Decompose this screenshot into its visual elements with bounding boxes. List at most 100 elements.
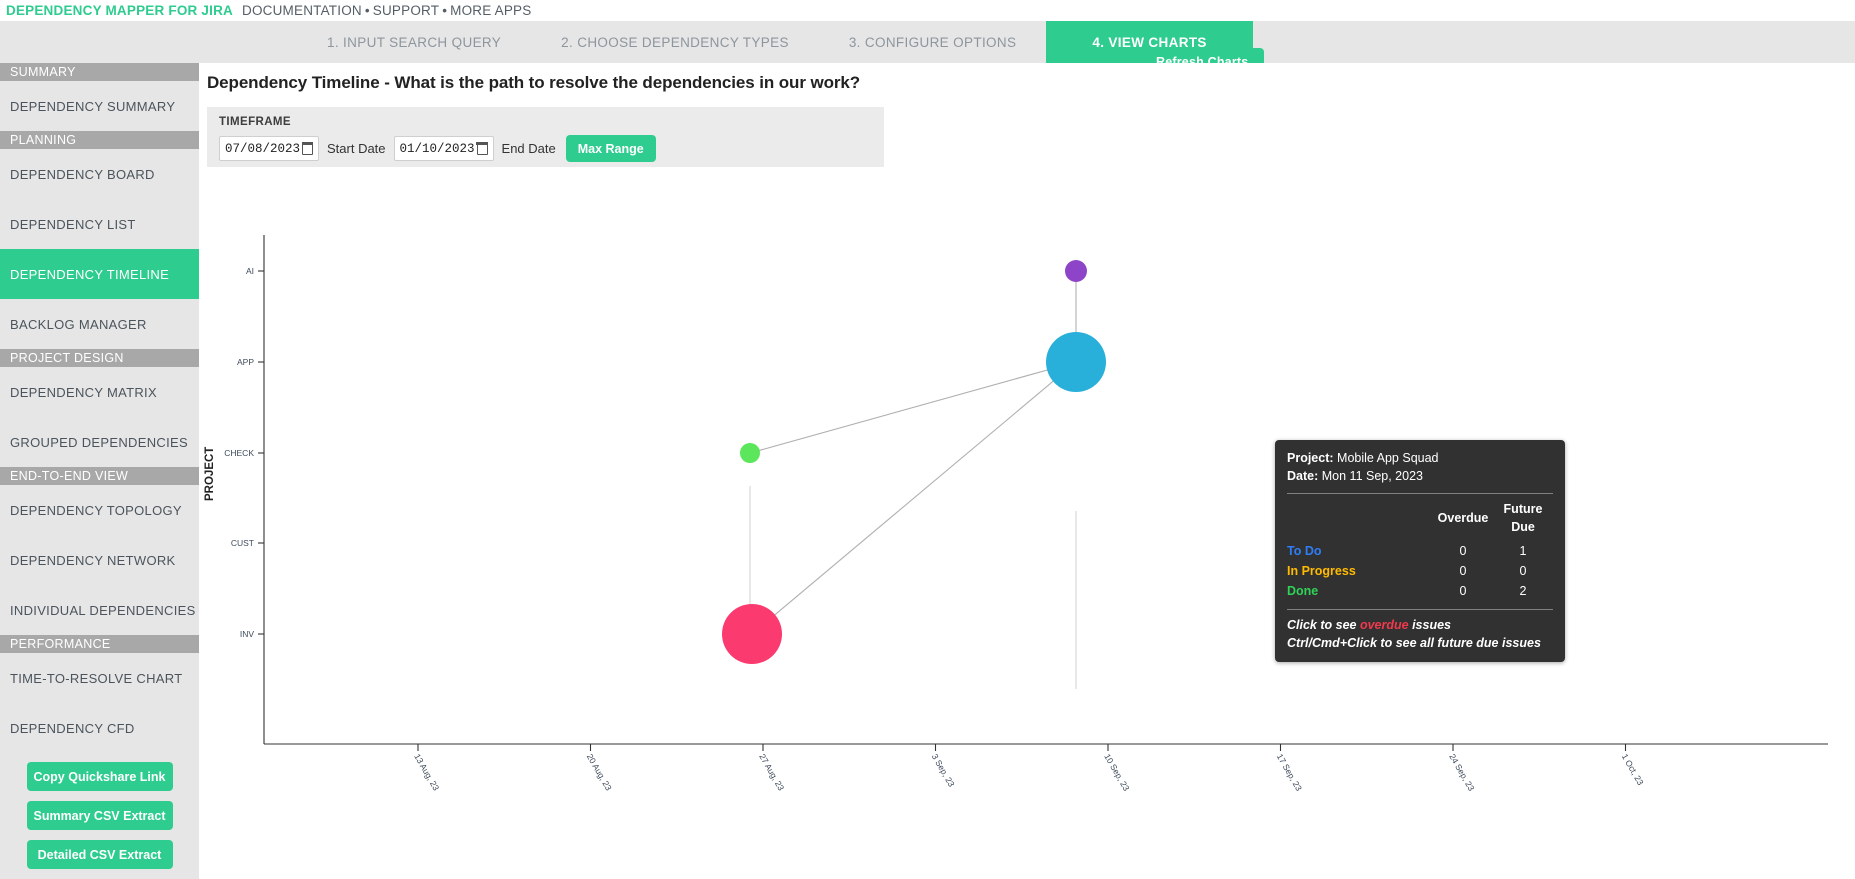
y-tick-label: INV <box>240 629 255 639</box>
tooltip-inprogress-future: 0 <box>1519 563 1527 578</box>
sidebar-section-performance: PERFORMANCE <box>0 635 199 653</box>
top-links: DOCUMENTATION • SUPPORT • MORE APPS <box>242 3 531 18</box>
x-tick-label: 20 Aug, 23 <box>585 752 614 792</box>
dependency-bubbles[interactable] <box>722 260 1106 664</box>
end-date-label: End Date <box>501 141 556 156</box>
bubble-inv[interactable] <box>722 604 782 664</box>
tooltip-date-row: Date: Mon 11 Sep, 2023 <box>1287 467 1553 485</box>
y-tick-label: CUST <box>231 538 254 548</box>
sidebar-item-dependency-board[interactable]: DEPENDENCY BOARD <box>0 149 199 199</box>
tooltip-divider-bottom <box>1287 608 1553 610</box>
timeframe-legend: TIMEFRAME <box>219 116 291 128</box>
tooltip-date-label: Date: <box>1287 469 1319 484</box>
link-separator-2: • <box>442 3 448 18</box>
tooltip-project-row: Project: Mobile App Squad <box>1287 449 1553 467</box>
link-support[interactable]: SUPPORT <box>373 3 439 18</box>
tooltip-status-done: Done <box>1287 583 1319 598</box>
tab-configure-options[interactable]: 3. CONFIGURE OPTIONS <box>819 21 1047 63</box>
link-more-apps[interactable]: MORE APPS <box>450 3 531 18</box>
summary-csv-extract-button[interactable]: Summary CSV Extract <box>26 801 173 830</box>
tooltip-done-overdue: 0 <box>1459 583 1467 598</box>
sidebar-item-dependency-summary[interactable]: DEPENDENCY SUMMARY <box>0 81 199 131</box>
tooltip-status-table: Overdue Future Due To Do 0 1 In Progress… <box>1287 500 1553 601</box>
end-date-input[interactable]: 01/10/2023 <box>393 136 494 161</box>
tooltip-divider-top <box>1287 493 1553 495</box>
y-tick-label: APP <box>237 357 254 367</box>
sidebar-section-planning: PLANNING <box>0 131 199 149</box>
x-tick-label: 3 Sep, 23 <box>930 752 957 789</box>
sidebar-item-dependency-cfd[interactable]: DEPENDENCY CFD <box>0 703 199 753</box>
tooltip-todo-overdue: 0 <box>1459 543 1467 558</box>
x-tick-label: 27 Aug, 23 <box>757 752 786 792</box>
step-navigation-bar: 1. INPUT SEARCH QUERY 2. CHOOSE DEPENDEN… <box>0 21 1855 75</box>
tooltip-project-value: Mobile App Squad <box>1337 451 1439 465</box>
top-brand-bar: DEPENDENCY MAPPER FOR JIRA DOCUMENTATION… <box>0 0 1855 21</box>
max-range-button[interactable]: Max Range <box>565 135 656 162</box>
timeframe-controls: 07/08/2023 Start Date 01/10/2023 End Dat… <box>219 135 656 162</box>
sidebar-section-end-to-end-view: END-TO-END VIEW <box>0 467 199 485</box>
tooltip-status-inprogress: In Progress <box>1287 563 1356 578</box>
timeline-svg[interactable]: PROJECT AI APP CHECK CUST INV 13 Aug, 23 20 A… <box>199 211 1855 879</box>
tooltip-todo-future: 1 <box>1519 543 1527 558</box>
detailed-csv-extract-button[interactable]: Detailed CSV Extract <box>26 840 173 869</box>
tab-choose-dependency-types[interactable]: 2. CHOOSE DEPENDENCY TYPES <box>531 21 819 63</box>
link-documentation[interactable]: DOCUMENTATION <box>242 3 362 18</box>
y-tick-label: CHECK <box>224 448 254 458</box>
tooltip-row-inprogress: In Progress 0 0 <box>1287 561 1553 581</box>
bubble-check[interactable] <box>740 443 760 463</box>
x-tick-label: 1 Oct, 23 <box>1620 752 1646 787</box>
y-axis-title: PROJECT <box>204 447 216 501</box>
sidebar-item-dependency-matrix[interactable]: DEPENDENCY MATRIX <box>0 367 199 417</box>
tooltip-inprogress-overdue: 0 <box>1459 563 1467 578</box>
bubble-app[interactable] <box>1046 332 1106 392</box>
tooltip-foot-overdue: overdue <box>1359 617 1409 632</box>
x-axis-ticks: 13 Aug, 23 20 Aug, 23 27 Aug, 23 3 Sep, 23 1… <box>412 744 1646 793</box>
tooltip-col-overdue: Overdue <box>1437 511 1489 526</box>
dependency-timeline-chart[interactable]: PROJECT AI APP CHECK CUST INV 13 Aug, 23 20 A… <box>199 211 1855 879</box>
sidebar-item-grouped-dependencies[interactable]: GROUPED DEPENDENCIES <box>0 417 199 467</box>
tooltip-table-header-row: Overdue Future Due <box>1287 500 1553 540</box>
bubble-ai[interactable] <box>1065 260 1087 282</box>
sidebar-item-time-to-resolve-chart[interactable]: TIME-TO-RESOLVE CHART <box>0 653 199 703</box>
y-tick-label: AI <box>246 266 254 276</box>
dependency-link-lines <box>749 271 1077 635</box>
x-tick-label: 24 Sep, 23 <box>1447 752 1476 793</box>
y-axis-ticks: AI APP CHECK CUST INV <box>224 266 264 639</box>
copy-quickshare-link-button[interactable]: Copy Quickshare Link <box>26 762 173 791</box>
tooltip-status-todo: To Do <box>1287 543 1322 558</box>
sidebar-item-dependency-list[interactable]: DEPENDENCY LIST <box>0 199 199 249</box>
start-date-input[interactable]: 07/08/2023 <box>219 136 319 161</box>
sidebar-item-individual-dependencies[interactable]: INDIVIDUAL DEPENDENCIES <box>0 585 199 635</box>
sidebar-section-project-design: PROJECT DESIGN <box>0 349 199 367</box>
sidebar-item-backlog-manager[interactable]: BACKLOG MANAGER <box>0 299 199 349</box>
sidebar-item-dependency-topology[interactable]: DEPENDENCY TOPOLOGY <box>0 485 199 535</box>
sidebar: SUMMARY DEPENDENCY SUMMARY PLANNING DEPE… <box>0 63 199 879</box>
tooltip-footer-line1: Click to see overdue issues <box>1287 616 1553 634</box>
calendar-icon[interactable] <box>301 142 314 155</box>
tooltip-col-future-due: Future Due <box>1503 502 1543 535</box>
page-title: Dependency Timeline - What is the path t… <box>207 73 861 92</box>
end-date-value: 01/10/2023 <box>399 141 475 156</box>
tab-input-search-query[interactable]: 1. INPUT SEARCH QUERY <box>297 21 531 63</box>
tooltip-row-done: Done 0 2 <box>1287 581 1553 601</box>
app-brand-title: DEPENDENCY MAPPER FOR JIRA <box>6 3 233 18</box>
x-tick-label: 10 Sep, 23 <box>1102 752 1131 793</box>
tooltip-project-label: Project: <box>1287 451 1334 465</box>
tooltip-footer: Click to see overdue issues Ctrl/Cmd+Cli… <box>1287 616 1553 652</box>
tooltip-footer-line2: Ctrl/Cmd+Click to see all future due iss… <box>1287 636 1541 650</box>
x-tick-label: 13 Aug, 23 <box>412 752 441 792</box>
tooltip-foot-pre: Click to see <box>1287 617 1360 632</box>
x-tick-label: 17 Sep, 23 <box>1275 752 1304 793</box>
link-separator-1: • <box>364 3 370 18</box>
sidebar-action-buttons: Copy Quickshare Link Summary CSV Extract… <box>0 762 199 869</box>
start-date-value: 07/08/2023 <box>225 141 301 156</box>
tooltip-date-value: Mon 11 Sep, 2023 <box>1321 469 1423 484</box>
sidebar-section-summary: SUMMARY <box>0 63 199 81</box>
sidebar-item-dependency-network[interactable]: DEPENDENCY NETWORK <box>0 535 199 585</box>
timeframe-panel: TIMEFRAME 07/08/2023 Start Date 01/10/20… <box>207 107 884 167</box>
tooltip-foot-post: issues <box>1408 617 1451 632</box>
sidebar-item-dependency-timeline[interactable]: DEPENDENCY TIMELINE <box>0 249 199 299</box>
tooltip-col-status <box>1287 500 1433 540</box>
tooltip-row-todo: To Do 0 1 <box>1287 541 1553 561</box>
calendar-icon[interactable] <box>476 142 488 155</box>
